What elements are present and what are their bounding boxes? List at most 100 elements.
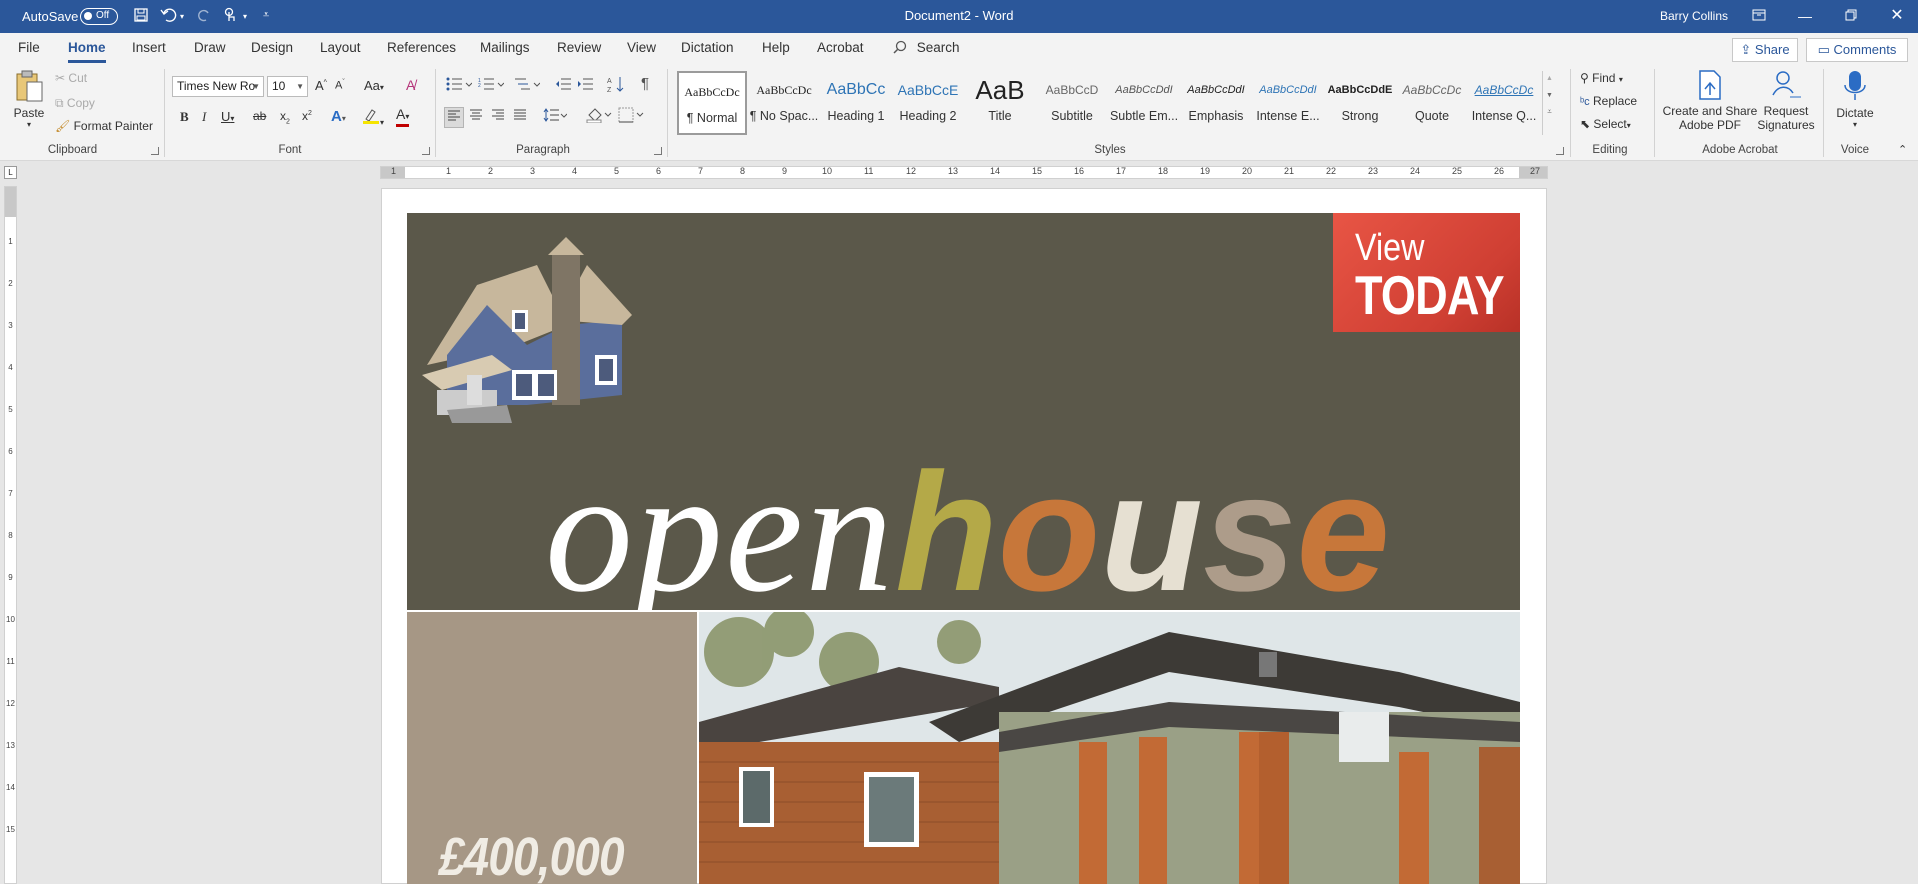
dictate-button[interactable]: Dictate ▾ [1830, 69, 1880, 129]
decrease-indent-icon[interactable] [555, 77, 571, 94]
clipboard-launcher-icon[interactable] [151, 147, 159, 155]
paragraph-launcher-icon[interactable] [654, 147, 662, 155]
divider [1823, 69, 1824, 157]
multilevel-list-icon[interactable] [514, 77, 541, 94]
tab-draw[interactable]: Draw [194, 40, 226, 55]
align-right-icon[interactable] [491, 108, 505, 125]
format-painter-button[interactable]: 🖌 Format Painter [55, 119, 153, 133]
replace-button[interactable]: ᵇc Replace [1580, 94, 1637, 108]
document-page[interactable]: View TODAY openhouse £400,000 [381, 188, 1547, 884]
bullets-icon[interactable] [446, 77, 473, 94]
comments-button[interactable]: ▭ Comments [1806, 38, 1908, 62]
align-center-icon[interactable] [469, 108, 483, 125]
tab-selector[interactable]: L [4, 166, 17, 179]
shading-icon[interactable] [586, 107, 612, 126]
house-photo [699, 612, 1520, 884]
increase-indent-icon[interactable] [577, 77, 593, 94]
sort-icon[interactable]: AZ [607, 75, 625, 96]
styles-gallery-scroll[interactable]: ▲ ▼ ⩡ [1542, 71, 1556, 135]
style-name: Intense E... [1256, 109, 1320, 123]
style-name: ¶ Normal [686, 111, 738, 125]
font-name-combo[interactable]: Times New Ro ▼ [172, 76, 264, 97]
clear-formatting-icon[interactable]: A̸ [406, 77, 415, 93]
tab-dictation[interactable]: Dictation [681, 40, 734, 55]
shrink-font-icon[interactable]: Aˇ [335, 79, 345, 92]
tab-home[interactable]: Home [68, 40, 106, 63]
tab-insert[interactable]: Insert [132, 40, 166, 55]
tab-acrobat[interactable]: Acrobat [817, 40, 864, 55]
style-heading-1[interactable]: AaBbCc Heading 1 [821, 71, 891, 135]
tab-references[interactable]: References [387, 40, 456, 55]
style-no-spacing[interactable]: AaBbCcDc ¶ No Spac... [749, 71, 819, 135]
close-icon[interactable]: ✕ [1882, 5, 1912, 27]
collapse-ribbon-icon[interactable]: ⌃ [1898, 143, 1907, 156]
find-button[interactable]: ⚲ Find ▾ [1580, 71, 1623, 85]
style-intense-emphasis[interactable]: AaBbCcDdI Intense E... [1253, 71, 1323, 135]
style-quote[interactable]: AaBbCcDc Quote [1397, 71, 1467, 135]
tab-mailings[interactable]: Mailings [480, 40, 530, 55]
title-bar: AutoSave Off ▾ ▾ ⩡ Document2 - Word Barr… [0, 0, 1918, 33]
horizontal-ruler[interactable]: 1 1 2 3 4 5 6 7 8 9 10 11 12 13 14 15 16… [380, 166, 1548, 179]
tab-review[interactable]: Review [557, 40, 601, 55]
strikethrough-icon[interactable]: ab [253, 109, 266, 123]
share-button[interactable]: ⇪ Share [1732, 38, 1798, 62]
tab-help[interactable]: Help [762, 40, 790, 55]
change-case-button[interactable]: Aa▾ [364, 78, 384, 93]
tab-layout[interactable]: Layout [320, 40, 361, 55]
line-spacing-icon[interactable] [543, 108, 568, 125]
font-size-value: 10 [272, 79, 286, 93]
style-title[interactable]: AaB Title [965, 71, 1035, 135]
user-name[interactable]: Barry Collins [1660, 9, 1728, 23]
flyer-banner: View TODAY openhouse [407, 213, 1520, 610]
font-size-combo[interactable]: 10 ▼ [267, 76, 308, 97]
style-subtitle[interactable]: AaBbCcD Subtitle [1037, 71, 1107, 135]
font-launcher-icon[interactable] [422, 147, 430, 155]
style-intense-quote[interactable]: AaBbCcDc Intense Q... [1469, 71, 1539, 135]
paste-button[interactable]: Paste ▾ [12, 69, 46, 129]
ruler-label: 20 [1242, 166, 1253, 176]
request-label-2: Signatures [1757, 118, 1815, 132]
paste-icon [16, 70, 43, 102]
ribbon-home: Paste ▾ ✂ Cut ⧉ Copy 🖌 Format Painter Cl… [0, 65, 1918, 161]
select-button[interactable]: ⬉ Select▾ [1580, 117, 1631, 131]
divider [1654, 69, 1655, 157]
price-panel: £400,000 [407, 612, 697, 884]
bold-icon[interactable]: B [180, 109, 189, 125]
tab-view[interactable]: View [627, 40, 656, 55]
scroll-down-icon[interactable]: ▼ [1543, 92, 1556, 99]
paste-dropdown-icon[interactable]: ▾ [12, 120, 46, 129]
copy-button[interactable]: ⧉ Copy [55, 96, 95, 111]
tab-design[interactable]: Design [251, 40, 293, 55]
italic-icon[interactable]: I [202, 109, 206, 125]
numbering-icon[interactable]: 12 [478, 77, 505, 94]
tab-file[interactable]: File [18, 40, 40, 55]
font-color-icon[interactable]: A▾ [396, 106, 409, 127]
highlight-icon[interactable]: ▾ [362, 107, 384, 128]
underline-icon[interactable]: U▾ [221, 109, 234, 124]
restore-icon[interactable] [1836, 5, 1866, 27]
scroll-up-icon[interactable]: ▲ [1543, 75, 1556, 82]
style-normal[interactable]: AaBbCcDc ¶ Normal [677, 71, 747, 135]
cut-button[interactable]: ✂ Cut [55, 71, 87, 85]
request-signatures-button[interactable]: Request Signatures [1756, 69, 1816, 132]
text-effects-icon[interactable]: A▾ [331, 108, 346, 125]
justify-icon[interactable] [513, 108, 527, 125]
style-emphasis[interactable]: AaBbCcDdI Emphasis [1181, 71, 1251, 135]
tell-me-search[interactable]: Search [893, 40, 960, 55]
align-left-icon[interactable] [444, 107, 464, 128]
dictate-dropdown-icon[interactable]: ▾ [1830, 120, 1880, 129]
borders-icon[interactable] [618, 107, 644, 126]
create-share-pdf-button[interactable]: Create and Share Adobe PDF [1660, 69, 1760, 132]
minimize-icon[interactable]: — [1790, 5, 1820, 27]
ribbon-display-options-icon[interactable] [1744, 5, 1774, 27]
vertical-ruler[interactable]: 1 2 3 4 5 6 7 8 9 10 11 12 13 14 15 [4, 186, 17, 884]
style-heading-2[interactable]: AaBbCcE Heading 2 [893, 71, 963, 135]
subscript-icon[interactable]: x2 [280, 109, 290, 125]
styles-launcher-icon[interactable] [1556, 147, 1564, 155]
style-subtle-emphasis[interactable]: AaBbCcDdI Subtle Em... [1109, 71, 1179, 135]
more-styles-icon[interactable]: ⩡ [1543, 107, 1556, 117]
superscript-icon[interactable]: x2 [302, 109, 312, 123]
show-formatting-marks-icon[interactable]: ¶ [641, 75, 649, 92]
style-strong[interactable]: AaBbCcDdE Strong [1325, 71, 1395, 135]
grow-font-icon[interactable]: A^ [315, 78, 327, 93]
